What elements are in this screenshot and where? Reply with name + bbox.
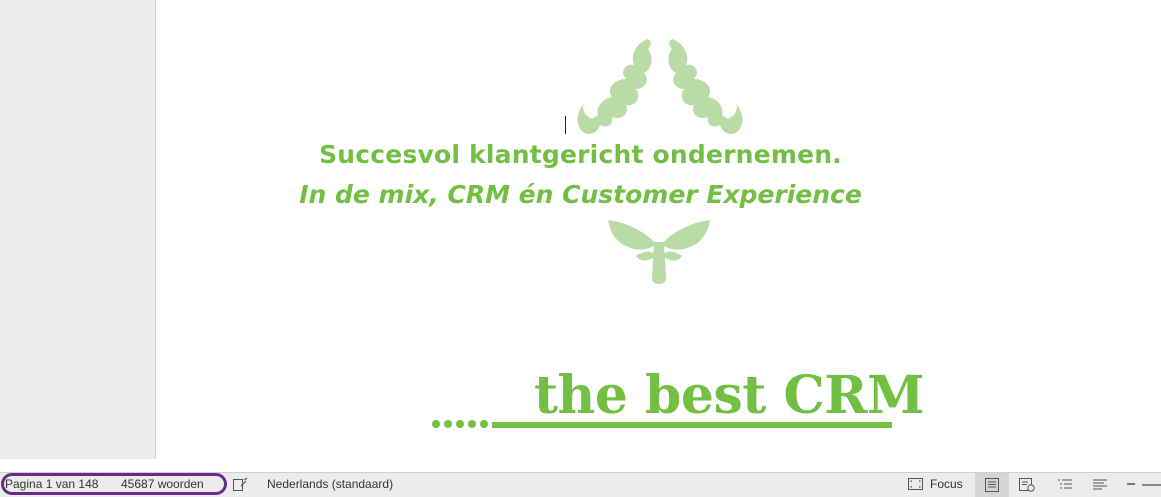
page-gap [0, 459, 1161, 473]
outline-icon[interactable] [1057, 478, 1073, 495]
zoom-out-icon[interactable] [1125, 478, 1137, 493]
document-subtitle: In de mix, CRM én Customer Experience [299, 180, 862, 209]
slogan-dot [456, 420, 464, 428]
draft-icon[interactable] [1092, 478, 1108, 495]
print-layout-button[interactable] [975, 473, 1009, 497]
language-indicator[interactable]: Nederlands (standaard) [267, 477, 393, 491]
slogan-dot [468, 420, 476, 428]
slogan-dot [432, 420, 440, 428]
top-ornament-image [577, 39, 743, 134]
slogan-text: the best CRM [534, 365, 925, 426]
left-margin-area [0, 0, 156, 459]
print-layout-icon [985, 478, 999, 495]
focus-button[interactable]: Focus [930, 477, 963, 491]
slogan-graphic: the best CRM [432, 360, 925, 432]
slogan-dot [444, 420, 452, 428]
bottom-ornament-image [608, 220, 710, 284]
slogan-dot [480, 420, 488, 428]
text-cursor [565, 116, 566, 134]
proofing-icon[interactable] [232, 477, 248, 496]
web-layout-icon[interactable] [1019, 478, 1035, 495]
highlight-annotation [1, 473, 227, 495]
document-title: Succesvol klantgericht ondernemen. [319, 140, 842, 169]
zoom-slider[interactable] [1142, 484, 1161, 486]
focus-icon[interactable] [908, 477, 923, 494]
